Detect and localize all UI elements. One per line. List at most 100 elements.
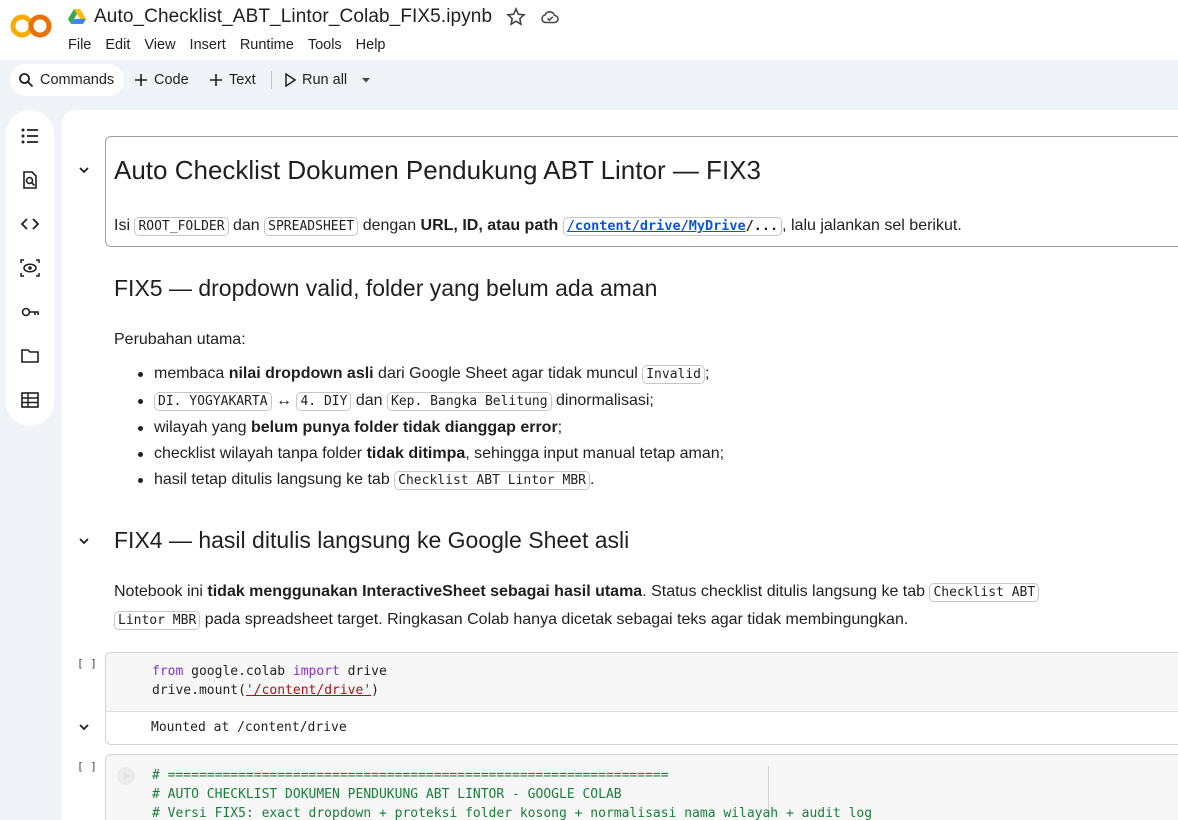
inline-code: Lintor MBR	[114, 611, 201, 630]
variables-icon[interactable]	[20, 258, 40, 278]
toolbar-divider	[271, 71, 272, 89]
secrets-key-icon[interactable]	[20, 302, 40, 322]
path-rest: /...	[745, 218, 779, 234]
collapse-section-icon[interactable]	[77, 163, 91, 177]
cell1-paragraph: Isi ROOT_FOLDER dan SPREADSHEET dengan U…	[114, 212, 962, 240]
cell3-paragraph: Notebook ini tidak menggunakan Interacti…	[114, 578, 1074, 634]
text: ;	[705, 365, 710, 382]
text: hasil tetap ditulis langsung ke tab	[154, 471, 395, 488]
text: dinormalisasi;	[551, 392, 654, 409]
code-comment-line: # AUTO CHECKLIST DOKUMEN PENDUKUNG ABT L…	[152, 787, 622, 802]
run-all-button[interactable]: Run all	[284, 64, 347, 96]
data-table-icon[interactable]	[20, 390, 40, 410]
header: Auto_Checklist_ABT_Lintor_Colab_FIX5.ipy…	[0, 0, 1178, 60]
code-line: drive.mount('/content/drive')	[152, 683, 379, 698]
commands-button[interactable]: Commands	[10, 64, 125, 96]
text: Isi	[114, 217, 130, 234]
text: ↔	[271, 392, 297, 409]
google-drive-icon	[68, 9, 86, 24]
play-icon	[285, 73, 296, 87]
text: , lalu jalankan sel berikut.	[782, 217, 962, 234]
add-text-button[interactable]: Text	[209, 64, 256, 96]
cell3-heading: FIX4 — hasil ditulis langsung ke Google …	[114, 527, 630, 553]
notebook-title[interactable]: Auto_Checklist_ABT_Lintor_Colab_FIX5.ipy…	[94, 6, 492, 28]
menu-tools[interactable]: Tools	[308, 37, 349, 53]
run-all-dropdown[interactable]	[360, 64, 372, 96]
cloud-saved-icon[interactable]	[540, 7, 560, 27]
inline-code: Checklist ABT Lintor MBR	[394, 471, 590, 490]
bold-text: nilai dropdown asli	[228, 365, 374, 382]
code-text: )	[371, 683, 379, 698]
execution-count[interactable]: [ ]	[77, 657, 97, 670]
table-of-contents-icon[interactable]	[20, 126, 40, 146]
changes-list: membaca nilai dropdown asli dari Google …	[138, 361, 724, 494]
bold-text: tidak menggunakan InteractiveSheet sebag…	[207, 583, 643, 600]
cell2-intro: Perubahan utama:	[114, 331, 246, 348]
menu-insert[interactable]: Insert	[190, 37, 233, 53]
caret-down-icon	[362, 78, 370, 83]
code-editor[interactable]	[106, 653, 1178, 711]
inline-code: Kep. Bangka Belitung	[387, 392, 552, 411]
title-row: Auto_Checklist_ABT_Lintor_Colab_FIX5.ipy…	[68, 6, 560, 28]
text: dari Google Sheet agar tidak muncul	[373, 365, 643, 382]
string-literal: '/content/drive'	[245, 683, 372, 698]
text: , sehingga input manual tetap aman;	[465, 445, 725, 462]
run-all-label: Run all	[302, 72, 348, 88]
cell1-heading: Auto Checklist Dokumen Pendukung ABT Lin…	[114, 155, 761, 185]
text: Notebook ini	[114, 583, 208, 600]
list-item: DI. YOGYAKARTA ↔ 4. DIY dan Kep. Bangka …	[138, 388, 724, 415]
menubar: File Edit View Insert Runtime Tools Help	[68, 37, 400, 53]
keyword: import	[292, 664, 340, 679]
keyword: from	[152, 664, 184, 679]
text: pada spreadsheet target. Ringkasan Colab…	[200, 611, 909, 628]
code-snippets-icon[interactable]	[20, 214, 40, 234]
inline-code: ROOT_FOLDER	[134, 217, 229, 236]
text: dan	[351, 392, 388, 409]
menu-help[interactable]: Help	[356, 37, 393, 53]
cell-output: Mounted at /content/drive	[151, 720, 347, 735]
bold-text: belum punya folder tidak dianggap error	[250, 419, 558, 436]
execution-count[interactable]: [ ]	[77, 760, 97, 773]
star-icon[interactable]	[506, 7, 527, 27]
inline-code: Invalid	[642, 365, 706, 384]
inline-code: DI. YOGYAKARTA	[154, 392, 272, 411]
text: .	[590, 471, 595, 488]
files-folder-icon[interactable]	[20, 346, 40, 366]
commands-label: Commands	[40, 72, 115, 88]
code-comment-line: # ======================================…	[152, 768, 669, 783]
collapse-section-icon[interactable]	[77, 534, 91, 548]
add-code-label: Code	[154, 72, 189, 88]
menu-file[interactable]: File	[68, 37, 98, 53]
menu-view[interactable]: View	[144, 37, 182, 53]
output-divider	[106, 711, 1178, 712]
text: dan	[233, 217, 260, 234]
menu-edit[interactable]: Edit	[105, 37, 137, 53]
drive-path-link[interactable]: /content/drive/MyDrive	[567, 218, 746, 234]
add-code-button[interactable]: Code	[134, 64, 189, 96]
text: wilayah yang	[154, 419, 251, 436]
inline-code: 4. DIY	[296, 392, 352, 411]
collapse-output-icon[interactable]	[77, 720, 91, 734]
inline-code-path: /content/drive/MyDrive/...	[562, 217, 783, 236]
plus-icon	[135, 74, 147, 86]
list-item: membaca nilai dropdown asli dari Google …	[138, 361, 724, 388]
search-icon	[19, 73, 34, 88]
module-name: google.colab	[183, 664, 293, 679]
inline-code: SPREADSHEET	[264, 217, 359, 236]
bold-text: tidak ditimpa	[366, 445, 466, 462]
code-comment-line: # Versi FIX5: exact dropdown + proteksi …	[152, 806, 873, 820]
bold-text: URL, ID, atau path	[420, 217, 559, 234]
inline-code: Checklist ABT	[929, 583, 1040, 602]
colab-logo[interactable]	[10, 12, 52, 40]
cell2-heading: FIX5 — dropdown valid, folder yang belum…	[114, 275, 658, 301]
plus-icon	[210, 74, 222, 86]
menu-runtime[interactable]: Runtime	[240, 37, 301, 53]
list-item: checklist wilayah tanpa folder tidak dit…	[138, 441, 724, 467]
text: checklist wilayah tanpa folder	[154, 445, 367, 462]
list-item: wilayah yang belum punya folder tidak di…	[138, 415, 724, 441]
text: . Status checklist ditulis langsung ke t…	[642, 583, 930, 600]
code-text: drive.mount(	[152, 683, 246, 698]
list-item: hasil tetap ditulis langsung ke tab Chec…	[138, 467, 724, 494]
find-icon[interactable]	[20, 170, 40, 190]
run-cell-icon[interactable]	[116, 766, 136, 786]
